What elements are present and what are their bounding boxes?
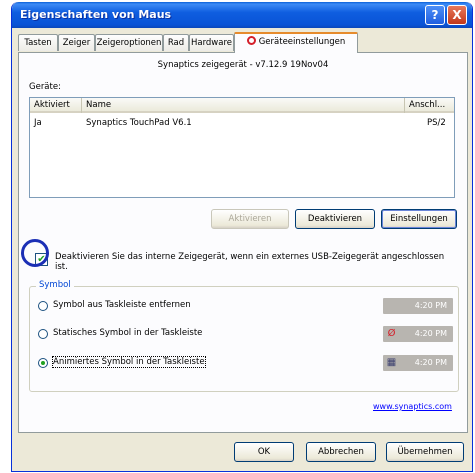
disable-internal-label[interactable]: Deaktivieren Sie das interne Zeigegerät,… bbox=[55, 252, 445, 272]
apply-button[interactable]: Übernehmen bbox=[386, 442, 464, 462]
tab-geraeteeinstellungen[interactable]: Geräteeinstellungen bbox=[234, 32, 358, 53]
column-header-enabled[interactable]: Aktiviert bbox=[30, 98, 82, 113]
cancel-button[interactable]: Abbrechen bbox=[306, 442, 376, 462]
symbol-groupbox: Symbol Symbol aus Taskleiste entfernen 4… bbox=[29, 280, 459, 392]
row-device-name: Synaptics TouchPad V6.1 bbox=[86, 118, 192, 128]
synaptics-icon bbox=[246, 36, 256, 45]
radio-remove-symbol-label[interactable]: Symbol aus Taskleiste entfernen bbox=[53, 300, 191, 310]
column-header-name[interactable]: Name bbox=[82, 98, 405, 113]
radio-static-symbol-label[interactable]: Statisches Symbol in der Taskleiste bbox=[53, 328, 202, 338]
tab-strip: Tasten Zeiger Zeigeroptionen Rad Hardwar… bbox=[18, 32, 468, 53]
mouse-properties-dialog: Eigenschaften von Maus ? X Tasten Zeiger… bbox=[11, 2, 473, 472]
help-button[interactable]: ? bbox=[425, 5, 445, 25]
settings-button[interactable]: Einstellungen bbox=[381, 209, 457, 229]
activate-button[interactable]: Aktivieren bbox=[211, 209, 289, 229]
synaptics-website-link[interactable]: www.synaptics.com bbox=[373, 402, 452, 411]
tab-geraeteeinstellungen-label: Geräteeinstellungen bbox=[258, 37, 346, 47]
row-enabled: Ja bbox=[34, 118, 42, 128]
symbol-group-title: Symbol bbox=[36, 280, 74, 290]
synaptics-animated-icon: ▦ bbox=[386, 357, 397, 368]
radio-animated-symbol-label[interactable]: Animiertes Symbol in der Taskleiste bbox=[52, 356, 206, 368]
ok-button[interactable]: OK bbox=[234, 442, 294, 462]
clock-time: 4:20 PM bbox=[414, 358, 447, 367]
device-settings-panel: Synaptics zeigegerät - v7.12.9 19Nov04 G… bbox=[18, 52, 468, 433]
close-button[interactable]: X bbox=[447, 5, 467, 25]
radio-static-symbol[interactable] bbox=[38, 329, 48, 339]
tab-tasten[interactable]: Tasten bbox=[18, 34, 58, 51]
tab-zeigeroptionen[interactable]: Zeigeroptionen bbox=[95, 34, 163, 51]
taskbar-clock-preview: 4:20 PM bbox=[383, 298, 453, 314]
highlight-circle bbox=[21, 239, 49, 267]
row-port: PS/2 bbox=[427, 118, 446, 128]
tab-hardware[interactable]: Hardware bbox=[189, 34, 234, 51]
clock-time: 4:20 PM bbox=[414, 329, 447, 338]
deactivate-button[interactable]: Deaktivieren bbox=[295, 209, 375, 229]
column-header-port[interactable]: Anschl... bbox=[405, 98, 455, 113]
taskbar-clock-preview: Ø 4:20 PM bbox=[383, 326, 453, 342]
title-bar[interactable]: Eigenschaften von Maus ? X bbox=[12, 2, 472, 28]
radio-animated-symbol[interactable] bbox=[38, 358, 48, 368]
device-list-header: Aktiviert Name Anschl... bbox=[30, 98, 454, 113]
tab-rad[interactable]: Rad bbox=[163, 34, 189, 51]
tab-zeiger[interactable]: Zeiger bbox=[58, 34, 95, 51]
window-title: Eigenschaften von Maus bbox=[20, 8, 172, 21]
device-version-title: Synaptics zeigegerät - v7.12.9 19Nov04 bbox=[157, 60, 329, 70]
radio-remove-symbol[interactable] bbox=[38, 301, 48, 311]
synaptics-static-icon: Ø bbox=[387, 328, 396, 339]
device-list[interactable]: Aktiviert Name Anschl... Ja Synaptics To… bbox=[29, 97, 455, 198]
devices-label: Geräte: bbox=[29, 82, 61, 92]
taskbar-clock-preview: ▦ 4:20 PM bbox=[383, 355, 453, 371]
